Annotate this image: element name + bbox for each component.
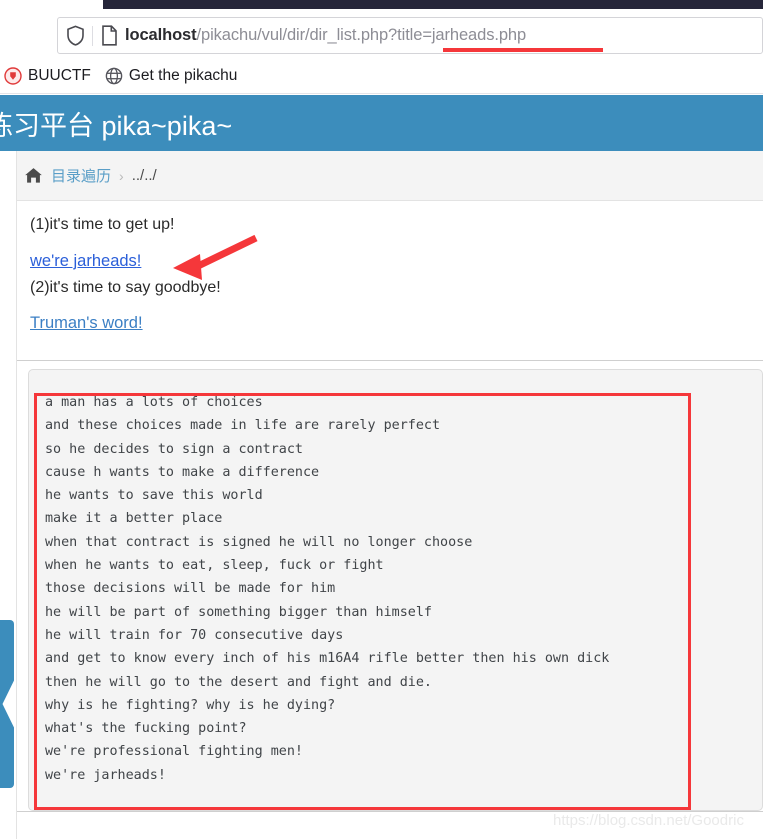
breadcrumb-link-dir-traversal[interactable]: 目录遍历 xyxy=(51,165,111,186)
annotation-url-underline xyxy=(443,48,603,52)
breadcrumb-current: ../../ xyxy=(131,167,157,184)
breadcrumb-left-rail xyxy=(0,151,17,201)
browser-window: localhost/pikachu/vul/dir/dir_list.php?t… xyxy=(0,0,763,839)
bookmark-label: BUUCTF xyxy=(28,67,91,84)
page-document-icon xyxy=(93,18,125,53)
file-output-text: a man has a lots of choices and these ch… xyxy=(45,395,610,783)
text-line-1: (1)it's time to get up! xyxy=(30,216,175,233)
bookmark-get-the-pikachu[interactable]: Get the pikachu xyxy=(105,67,238,85)
address-bar-text[interactable]: localhost/pikachu/vul/dir/dir_list.php?t… xyxy=(125,26,762,45)
shield-icon[interactable] xyxy=(58,18,92,53)
link-trumans-word[interactable]: Truman's word! xyxy=(30,314,143,333)
chrome-tabstrip xyxy=(103,0,763,9)
address-bar[interactable]: localhost/pikachu/vul/dir/dir_list.php?t… xyxy=(57,17,763,54)
chrome-separator xyxy=(0,93,763,94)
bookmark-label: Get the pikachu xyxy=(128,67,238,84)
site-header: 练习平台 pika~pika~ xyxy=(0,95,763,151)
home-icon[interactable] xyxy=(24,166,43,185)
csdn-watermark: https://blog.csdn.net/Goodric xyxy=(553,812,744,829)
text-line-2: (2)it's time to say goodbye! xyxy=(30,279,221,296)
bookmark-buuctf[interactable]: BUUCTF xyxy=(4,67,91,85)
file-output-block: a man has a lots of choices and these ch… xyxy=(28,369,763,811)
breadcrumb-strip: 目录遍历 › ../../ xyxy=(0,151,763,201)
buuctf-favicon xyxy=(4,67,22,85)
link-were-jarheads[interactable]: we're jarheads! xyxy=(30,252,141,271)
globe-icon xyxy=(105,67,123,85)
url-path: /pikachu/vul/dir/dir_list.php?title=jarh… xyxy=(196,26,527,44)
content-divider-top xyxy=(17,360,763,361)
breadcrumb: 目录遍历 › ../../ xyxy=(24,165,157,186)
breadcrumb-separator: › xyxy=(119,167,124,184)
main-content: (1)it's time to get up! we're jarheads! … xyxy=(17,201,763,839)
bookmarks-bar: BUUCTF Get the pikachu xyxy=(0,60,763,92)
url-host: localhost xyxy=(125,26,197,44)
page-title: 练习平台 pika~pika~ xyxy=(0,110,233,141)
chrome-left-strip xyxy=(0,0,103,9)
